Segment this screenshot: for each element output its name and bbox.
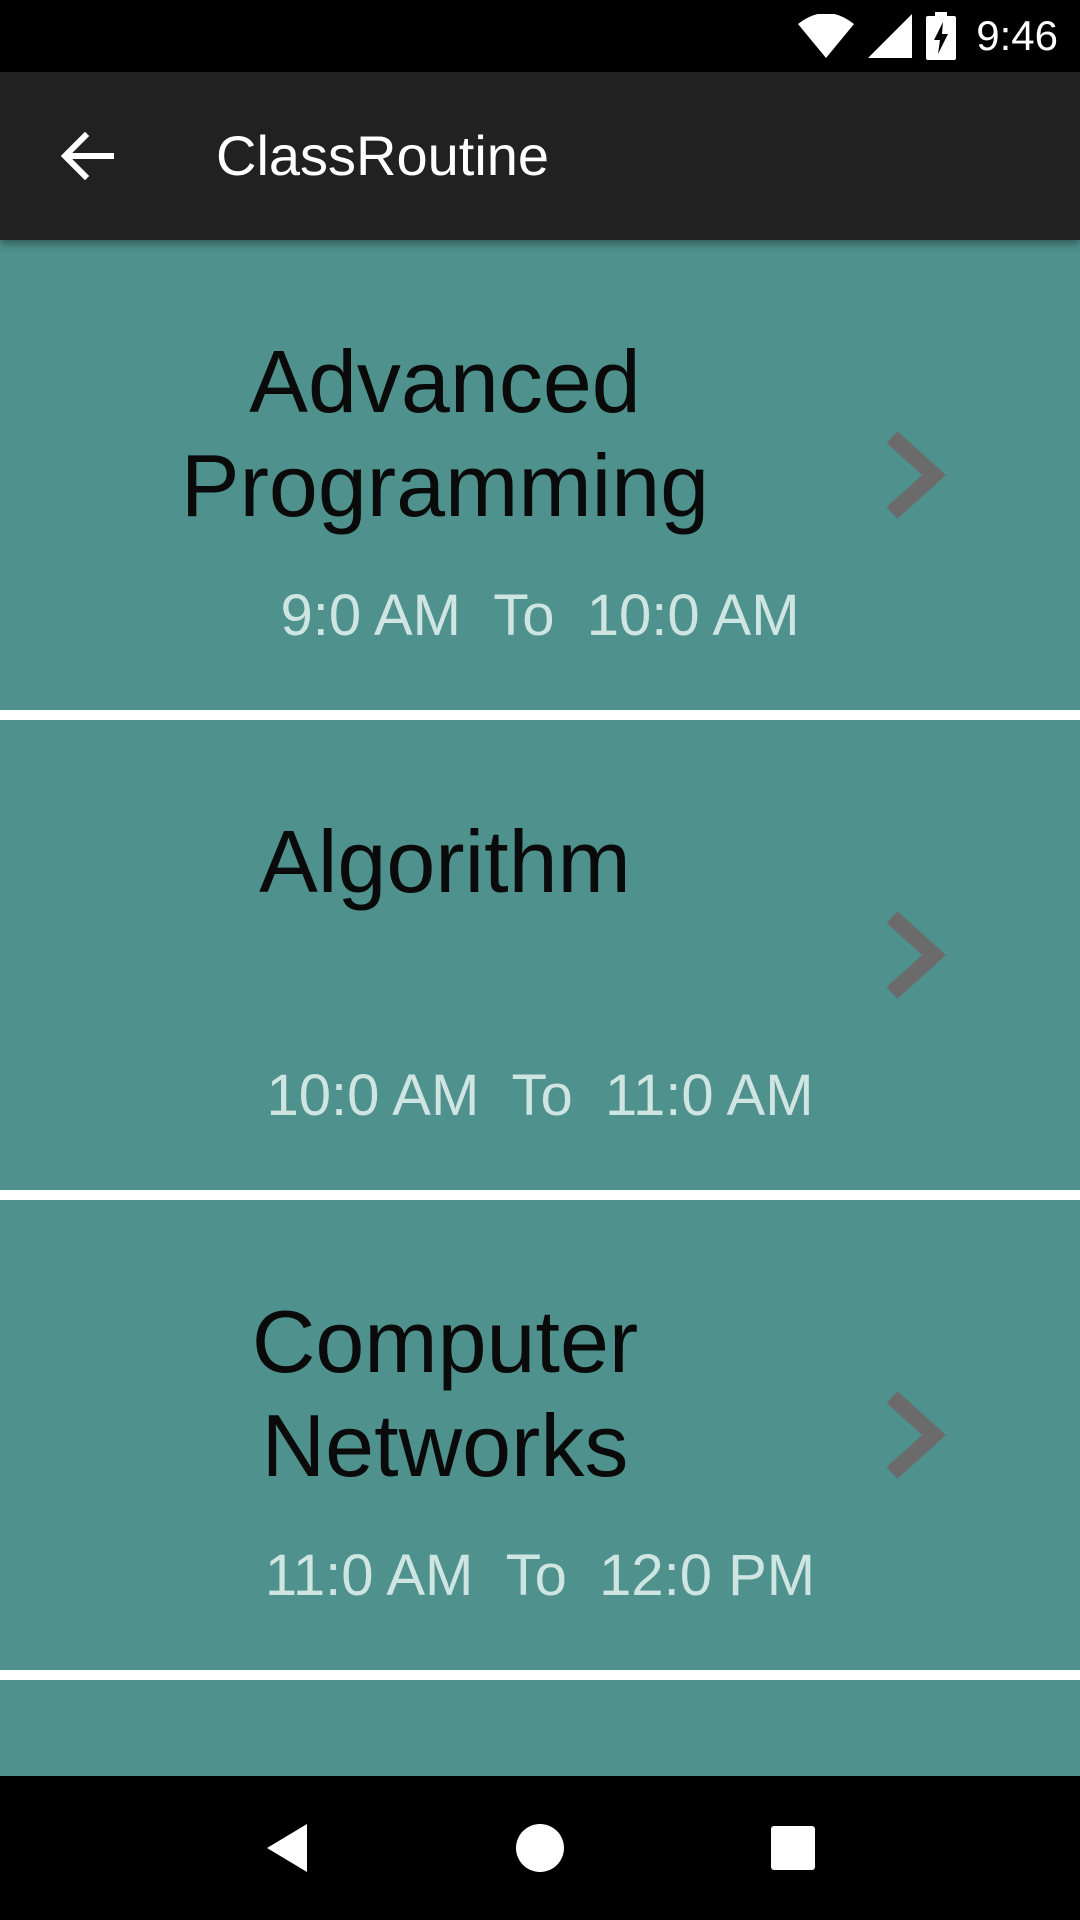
end-time: 10:0 AM xyxy=(586,582,800,648)
status-bar: 9:46 xyxy=(0,0,1080,72)
class-card-partial[interactable] xyxy=(0,1680,1080,1776)
app-bar: ClassRoutine xyxy=(0,72,1080,240)
end-time: 11:0 AM xyxy=(605,1062,814,1128)
back-triangle-icon xyxy=(266,1824,307,1872)
arrow-back-icon xyxy=(61,132,114,180)
class-card-advanced-programming[interactable]: Advanced Programming 9:0 AM To 10:0 AM xyxy=(0,240,1080,710)
class-list[interactable]: Advanced Programming 9:0 AM To 10:0 AM A… xyxy=(0,240,1080,1776)
subject-name: Algorithm xyxy=(259,812,631,911)
class-card-algorithm[interactable]: Algorithm 10:0 AM To 11:0 AM xyxy=(0,720,1080,1190)
battery-charging-icon xyxy=(926,12,957,60)
chevron-right-icon xyxy=(886,911,946,999)
status-time: 9:46 xyxy=(976,12,1058,59)
class-time: 11:0 AM To 12:0 PM xyxy=(90,1535,990,1615)
class-card-computer-networks[interactable]: Computer Networks 11:0 AM To 12:0 PM xyxy=(0,1200,1080,1670)
nav-home-button[interactable] xyxy=(492,1800,588,1896)
subject-name: Computer Networks xyxy=(251,1292,639,1495)
class-time: 9:0 AM To 10:0 AM xyxy=(90,575,990,655)
cell-signal-icon xyxy=(868,14,913,58)
chevron-right-icon xyxy=(886,1391,946,1479)
nav-recents-button[interactable] xyxy=(745,1800,841,1896)
page-title: ClassRoutine xyxy=(216,124,550,187)
wifi-icon xyxy=(798,14,855,58)
status-icons: 9:46 xyxy=(798,0,1058,72)
class-time: 10:0 AM To 11:0 AM xyxy=(90,1055,990,1135)
chevron-right-icon xyxy=(886,431,946,519)
start-time: 11:0 AM xyxy=(264,1542,474,1608)
back-button[interactable] xyxy=(40,108,136,204)
start-time: 9:0 AM xyxy=(280,582,461,648)
time-separator: To xyxy=(505,1542,567,1608)
end-time: 12:0 PM xyxy=(599,1542,816,1608)
nav-back-button[interactable] xyxy=(239,1800,335,1896)
start-time: 10:0 AM xyxy=(266,1062,480,1128)
navigation-bar xyxy=(0,1776,1080,1920)
phone-screen: 9:46 ClassRoutine Advanced Programming 9… xyxy=(0,0,1080,1920)
time-separator: To xyxy=(493,582,555,648)
recents-square-icon xyxy=(771,1826,816,1870)
time-separator: To xyxy=(511,1062,573,1128)
home-circle-icon xyxy=(515,1824,564,1872)
subject-name: Advanced Programming xyxy=(180,332,710,535)
